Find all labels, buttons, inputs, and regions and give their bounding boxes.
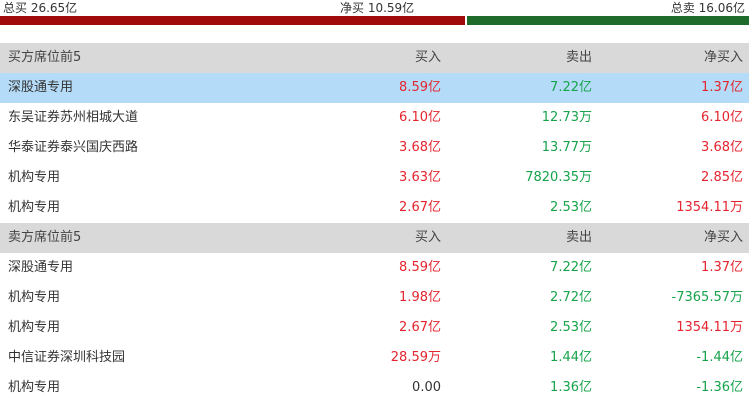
sell-section-header: 卖方席位前5 买入 卖出 净买入	[0, 223, 749, 253]
seat-table: 买方席位前5 买入 卖出 净买入 深股通专用 8.59亿 7.22亿 1.37亿 东吴证…	[0, 43, 749, 403]
net-amount: -1.44亿	[696, 350, 743, 365]
net-amount: 3.68亿	[701, 140, 743, 155]
header-seat-label: 买方席位前5	[8, 50, 82, 65]
buy-amount: 8.59亿	[399, 260, 441, 275]
table-row[interactable]: 机构专用 2.67亿 2.53亿 1354.11万	[0, 193, 749, 223]
buy-amount: 3.68亿	[399, 140, 441, 155]
buy-amount: 0.00	[412, 380, 441, 395]
table-row[interactable]: 东吴证券苏州相城大道 6.10亿 12.73万 6.10亿	[0, 103, 749, 133]
buy-amount: 2.67亿	[399, 200, 441, 215]
table-row[interactable]: 机构专用 1.98亿 2.72亿 -7365.57万	[0, 283, 749, 313]
net-amount: 1.37亿	[701, 80, 743, 95]
net-amount: 6.10亿	[701, 110, 743, 125]
sell-amount: 2.53亿	[550, 320, 592, 335]
seat-name: 机构专用	[8, 200, 61, 215]
total-buy-label: 总买 26.65亿	[3, 1, 78, 15]
buy-amount: 3.63亿	[399, 170, 441, 185]
summary-bar: 总买 26.65亿 净买 10.59亿 总卖 16.06亿	[0, 0, 749, 16]
header-buy-label: 买入	[414, 50, 441, 65]
net-amount: 2.85亿	[701, 170, 743, 185]
table-row[interactable]: 中信证券深圳科技园 28.59万 1.44亿 -1.44亿	[0, 343, 749, 373]
buy-amount: 6.10亿	[399, 110, 441, 125]
sell-amount: 2.53亿	[550, 200, 592, 215]
net-amount: -1.36亿	[696, 380, 743, 395]
sell-amount: 7.22亿	[550, 260, 592, 275]
table-row[interactable]: 机构专用 3.63亿 7820.35万 2.85亿	[0, 163, 749, 193]
header-sell-label: 卖出	[565, 230, 592, 245]
header-net-label: 净买入	[703, 230, 743, 245]
buy-amount: 28.59万	[390, 350, 441, 365]
sell-amount: 13.77万	[541, 140, 592, 155]
seat-name: 中信证券深圳科技园	[8, 350, 126, 365]
header-seat-label: 卖方席位前5	[8, 230, 82, 245]
sell-amount: 12.73万	[541, 110, 592, 125]
seat-name: 深股通专用	[8, 260, 74, 275]
net-amount: 1.37亿	[701, 260, 743, 275]
net-amount: 1354.11万	[676, 320, 743, 335]
seat-name: 机构专用	[8, 380, 61, 395]
sell-amount: 7.22亿	[550, 80, 592, 95]
buy-amount: 2.67亿	[399, 320, 441, 335]
sell-ratio-segment	[467, 16, 749, 25]
sell-amount: 7820.35万	[525, 170, 592, 185]
buy-ratio-segment	[0, 16, 465, 25]
buy-section-header: 买方席位前5 买入 卖出 净买入	[0, 43, 749, 73]
buy-sell-ratio-bar	[0, 16, 749, 25]
header-sell-label: 卖出	[565, 50, 592, 65]
seat-name: 东吴证券苏州相城大道	[8, 110, 139, 125]
seat-name: 机构专用	[8, 320, 61, 335]
table-row[interactable]: 机构专用 2.67亿 2.53亿 1354.11万	[0, 313, 749, 343]
seat-name: 华泰证券泰兴国庆西路	[8, 140, 139, 155]
net-buy-label: 净买 10.59亿	[340, 1, 415, 15]
sell-amount: 1.44亿	[550, 350, 592, 365]
header-net-label: 净买入	[703, 50, 743, 65]
table-row[interactable]: 深股通专用 8.59亿 7.22亿 1.37亿	[0, 73, 749, 103]
table-row[interactable]: 深股通专用 8.59亿 7.22亿 1.37亿	[0, 253, 749, 283]
table-row[interactable]: 机构专用 0.00 1.36亿 -1.36亿	[0, 373, 749, 403]
sell-amount: 2.72亿	[550, 290, 592, 305]
net-amount: 1354.11万	[676, 200, 743, 215]
buy-amount: 1.98亿	[399, 290, 441, 305]
seat-name: 深股通专用	[8, 80, 74, 95]
seat-name: 机构专用	[8, 290, 61, 305]
table-row[interactable]: 华泰证券泰兴国庆西路 3.68亿 13.77万 3.68亿	[0, 133, 749, 163]
seat-name: 机构专用	[8, 170, 61, 185]
net-amount: -7365.57万	[671, 290, 743, 305]
sell-amount: 1.36亿	[550, 380, 592, 395]
buy-amount: 8.59亿	[399, 80, 441, 95]
total-sell-label: 总卖 16.06亿	[670, 1, 745, 15]
header-buy-label: 买入	[414, 230, 441, 245]
